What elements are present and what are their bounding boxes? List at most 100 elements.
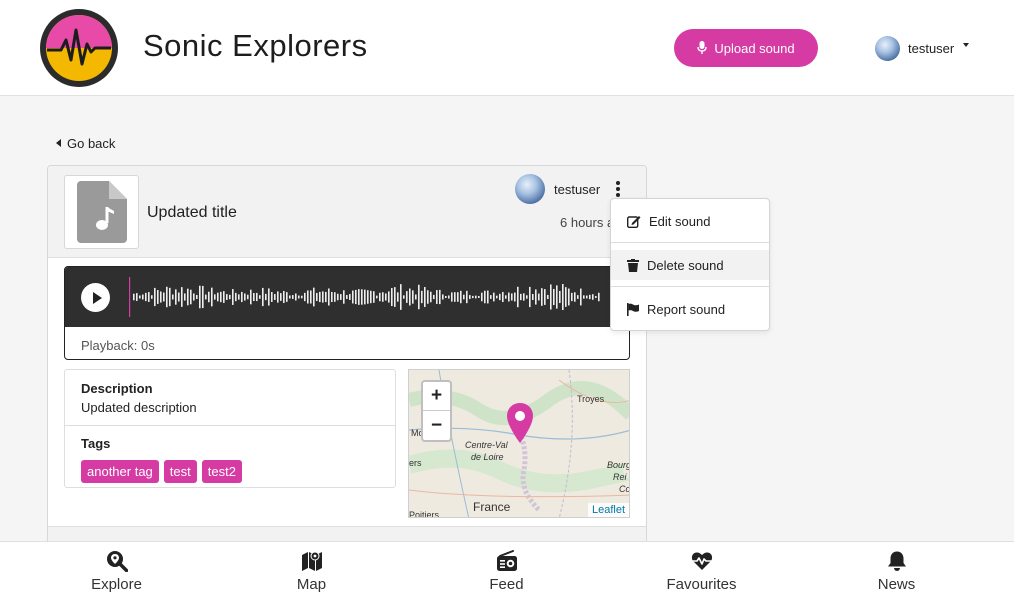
waveform-bar: [499, 293, 501, 301]
waveform-bar: [589, 294, 591, 300]
sound-info-panel: Description Updated description Tags ano…: [64, 369, 396, 488]
waveform-bar: [214, 294, 216, 300]
nav-feed-label: Feed: [489, 576, 524, 593]
waveform-bar: [286, 292, 288, 302]
map-label: de Loire: [471, 452, 504, 462]
owner-name: testuser: [554, 181, 601, 197]
waveform-bar: [361, 289, 363, 305]
upload-sound-button[interactable]: Upload sound: [674, 29, 818, 67]
brand-name[interactable]: Sonic Explorers: [143, 28, 368, 64]
waveform-bar: [487, 290, 489, 304]
waveform-bar: [385, 293, 387, 301]
nav-favourites[interactable]: Favourites: [604, 542, 799, 600]
waveform-bar: [418, 284, 420, 310]
playhead-cursor: [129, 277, 131, 317]
tag-badge[interactable]: test2: [201, 460, 242, 483]
waveform-bar: [208, 291, 210, 303]
waveform-bar: [574, 292, 576, 302]
waveform-bar: [445, 296, 447, 298]
location-map[interactable]: Troyes Centre-Val de Loire France Bourg …: [408, 369, 630, 518]
waveform-bar: [550, 284, 552, 310]
waveform-bar: [571, 292, 573, 302]
sound-options-menu: Edit sound Delete sound Report sound: [610, 198, 770, 331]
go-back-button[interactable]: Go back: [47, 130, 124, 156]
logo-icon[interactable]: [39, 8, 119, 88]
waveform-bar: [133, 293, 135, 301]
waveform-bar: [325, 291, 327, 303]
waveform-bar: [232, 289, 234, 305]
waveform-bar: [457, 292, 459, 302]
nav-news[interactable]: News: [799, 542, 994, 600]
waveform-bar: [148, 292, 150, 302]
zoom-out-button[interactable]: −: [423, 411, 450, 440]
waveform-bar: [565, 287, 567, 307]
waveform-bar: [508, 292, 510, 302]
waveform-bar: [151, 295, 153, 299]
map-marker-icon[interactable]: [507, 403, 533, 443]
waveform-bar: [562, 283, 564, 311]
menu-divider: [611, 242, 769, 243]
tag-badge[interactable]: another tag: [81, 460, 159, 483]
waveform-bar: [202, 285, 204, 309]
description-text: Updated description: [81, 400, 197, 415]
edit-sound-menu-item[interactable]: Edit sound: [611, 206, 769, 236]
map-attribution-link[interactable]: Leaflet: [587, 503, 629, 517]
waveform-bar: [538, 293, 540, 301]
heart-pulse-icon: [691, 552, 712, 570]
avatar: [515, 174, 545, 204]
waveform-bar: [460, 290, 462, 304]
nav-explore-label: Explore: [91, 576, 142, 593]
more-options-icon[interactable]: [612, 180, 624, 200]
waveform-bar: [154, 287, 156, 307]
waveform-bar: [391, 287, 393, 307]
waveform-bar: [319, 291, 321, 303]
waveform-bar: [406, 291, 408, 303]
waveform-bar: [226, 294, 228, 300]
tag-badge[interactable]: test: [163, 460, 197, 483]
waveform-bar: [592, 294, 594, 300]
radio-icon: [496, 550, 517, 571]
nav-explore[interactable]: Explore: [19, 542, 214, 600]
waveform-bar: [472, 295, 474, 299]
waveform-bar: [373, 291, 375, 303]
waveform-bar: [448, 295, 450, 299]
tags-label: Tags: [81, 436, 111, 451]
play-button[interactable]: [81, 283, 110, 312]
waveform-bar: [583, 295, 585, 299]
microphone-icon: [697, 41, 708, 54]
waveform-bar: [559, 290, 561, 304]
chevron-down-icon: [963, 42, 970, 47]
bottom-navigation: Explore Map Feed Favourites News: [0, 541, 1014, 600]
waveform-bar: [484, 290, 486, 304]
waveform-bar: [442, 294, 444, 300]
waveform-bar: [355, 289, 357, 305]
report-sound-menu-item[interactable]: Report sound: [611, 294, 769, 324]
upload-sound-label: Upload sound: [714, 40, 795, 56]
user-menu-toggle[interactable]: testuser: [875, 36, 970, 61]
waveform-bar: [397, 292, 399, 302]
waveform-bar: [532, 293, 534, 301]
waveform-bar: [505, 295, 507, 299]
map-icon: [301, 551, 322, 571]
waveform-bar: [388, 291, 390, 303]
sound-card: Updated title testuser 6 hours ago Playb…: [47, 165, 647, 565]
waveform-bar: [337, 293, 339, 301]
waveform-bar: [364, 289, 366, 305]
zoom-in-button[interactable]: +: [423, 382, 450, 411]
delete-sound-menu-item[interactable]: Delete sound: [611, 250, 769, 280]
map-label: Centre-Val: [465, 440, 508, 450]
waveform-bar: [580, 288, 582, 306]
waveform-bar: [229, 294, 231, 300]
nav-feed[interactable]: Feed: [409, 542, 604, 600]
waveform-bar: [490, 295, 492, 299]
waveform-bar: [496, 295, 498, 299]
waveform-bar: [478, 296, 480, 298]
waveform-bar: [181, 287, 183, 307]
nav-map[interactable]: Map: [214, 542, 409, 600]
waveform-bar: [553, 288, 555, 306]
waveform-bar: [220, 291, 222, 303]
sound-owner[interactable]: testuser: [515, 174, 600, 204]
waveform[interactable]: [119, 267, 609, 327]
waveform-bar: [493, 292, 495, 302]
map-zoom-control: + −: [421, 380, 452, 442]
